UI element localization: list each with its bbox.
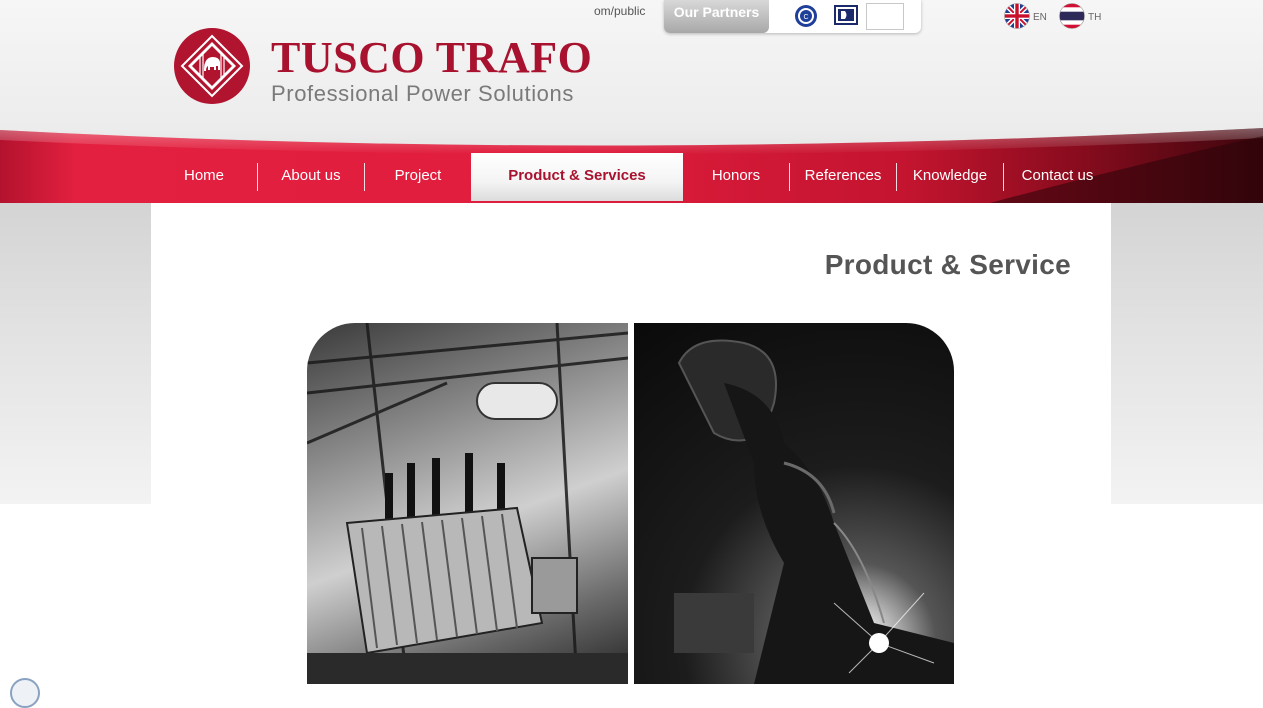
partners-bar: Our Partners C xyxy=(664,0,921,33)
logo[interactable]: TUSCO TRAFO Professional Power Solutions xyxy=(171,26,593,110)
header: TUSCO TRAFO Professional Power Solutions… xyxy=(0,0,1263,130)
elephant-emblem-icon xyxy=(174,28,250,104)
transformer-photo xyxy=(307,323,628,684)
welder-illustration xyxy=(674,339,954,684)
nav-about-us[interactable]: About us xyxy=(258,153,364,201)
main-nav: Home About us Project Product & Services… xyxy=(151,153,1111,201)
nav-project[interactable]: Project xyxy=(365,153,471,201)
partner-logo-cirle-icon[interactable]: C xyxy=(794,4,818,28)
nav-knowledge[interactable]: Knowledge xyxy=(897,153,1003,201)
partner-logo-dk-icon[interactable] xyxy=(834,5,858,25)
nav-home[interactable]: Home xyxy=(151,153,257,201)
partners-tab[interactable]: Our Partners xyxy=(664,0,769,33)
uk-flag-icon xyxy=(1004,3,1030,29)
nav-references[interactable]: References xyxy=(790,153,896,201)
brand-name: TUSCO TRAFO xyxy=(271,33,593,82)
transformer-illustration xyxy=(307,323,628,684)
nav-contact-us[interactable]: Contact us xyxy=(1004,153,1111,201)
scroll-badge-icon[interactable] xyxy=(10,678,40,708)
nav-product-services[interactable]: Product & Services xyxy=(471,153,683,201)
partner-logo-blank[interactable] xyxy=(866,3,904,30)
page-title: Product & Service xyxy=(824,249,1071,280)
brand-tagline: Professional Power Solutions xyxy=(271,81,574,106)
language-code: EN xyxy=(1033,12,1047,23)
language-code: TH xyxy=(1088,12,1102,23)
welder-photo xyxy=(634,323,954,684)
thai-flag-icon xyxy=(1059,3,1085,29)
url-fragment: om/public xyxy=(594,4,646,18)
nav-honors[interactable]: Honors xyxy=(683,153,789,201)
main-content: Product & Service xyxy=(151,203,1111,684)
svg-text:C: C xyxy=(803,14,808,21)
